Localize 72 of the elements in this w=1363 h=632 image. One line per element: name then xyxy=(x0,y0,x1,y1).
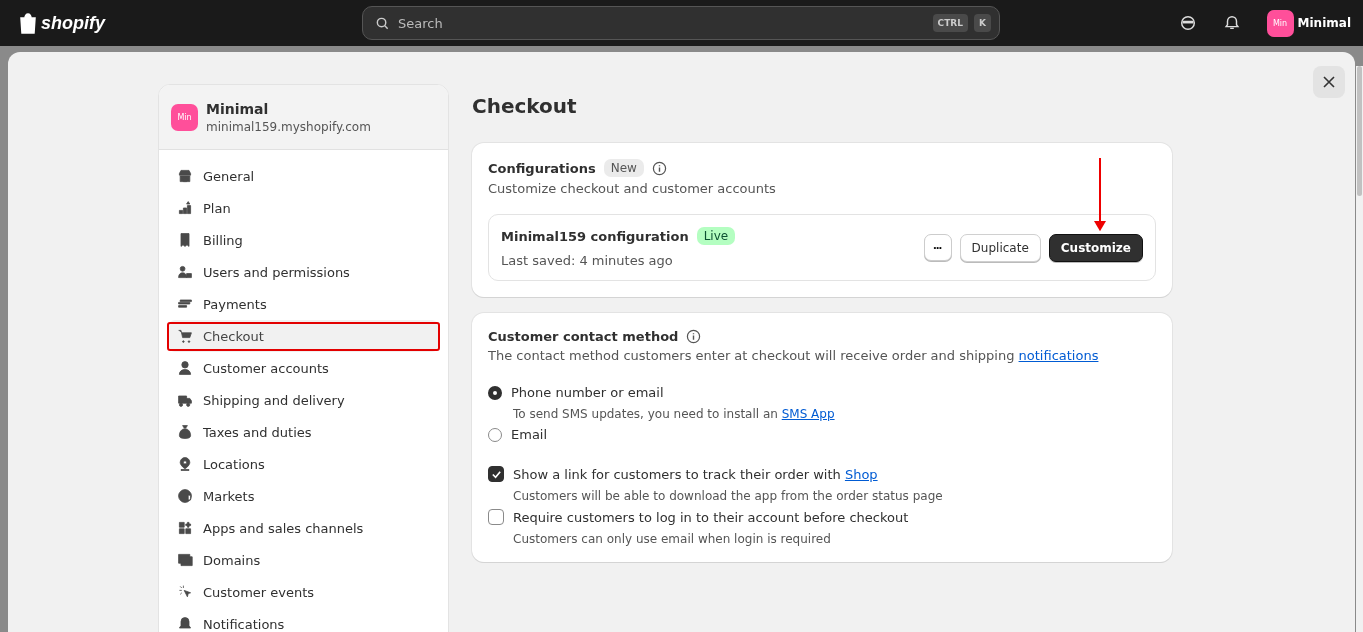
location-pin-icon xyxy=(177,456,193,472)
store-name[interactable]: Minimal xyxy=(1297,16,1351,30)
section-description: The contact method customers enter at checkout will receive order and shipping notifications xyxy=(488,348,1100,363)
duplicate-button[interactable]: Duplicate xyxy=(959,233,1041,262)
browser-icon xyxy=(177,552,193,568)
checkbox[interactable] xyxy=(488,466,504,482)
configuration-name: Minimal159 configuration xyxy=(501,228,689,244)
sidebar-item[interactable]: Taxes and duties xyxy=(169,416,438,448)
help-text: Customers will be able to download the app from the order status page xyxy=(513,489,944,503)
sidebar-item[interactable]: Markets xyxy=(169,480,438,512)
shopping-bag-icon xyxy=(18,12,38,34)
keyboard-key: CTRL xyxy=(932,14,968,32)
status-badge: Live xyxy=(696,227,736,245)
sidebar-item[interactable]: Customer events xyxy=(169,576,438,608)
help-text: To send SMS updates, you need to install an SMS App xyxy=(513,407,836,421)
option-label: Show a link for customers to track their order with Shop xyxy=(513,466,878,482)
section-title: Configurations xyxy=(488,160,596,176)
close-icon xyxy=(1323,76,1335,88)
notifications-link[interactable]: notifications xyxy=(1018,348,1099,363)
shopify-logo[interactable]: shopify xyxy=(18,12,362,34)
truck-icon xyxy=(177,392,193,408)
radio-button[interactable] xyxy=(488,385,502,400)
sms-app-link[interactable]: SMS App xyxy=(781,407,835,421)
shop-link[interactable]: Shop xyxy=(844,466,878,482)
sidebar-item[interactable]: Payments xyxy=(169,288,438,320)
bell-icon xyxy=(177,616,193,632)
search-input[interactable]: Search xyxy=(396,14,927,32)
checkmark-icon xyxy=(490,468,502,480)
person-icon xyxy=(177,360,193,376)
last-saved-text: Last saved: 4 minutes ago xyxy=(501,253,674,268)
receipt-icon xyxy=(177,232,193,248)
help-text: Customers can only use email when login is required xyxy=(513,532,832,546)
store-avatar: Min xyxy=(171,103,198,131)
checkbox[interactable] xyxy=(488,509,504,525)
option-label: Email xyxy=(511,427,548,442)
cursor-click-icon xyxy=(177,584,193,600)
option-label: Require customers to log in to their account before checkout xyxy=(513,509,909,525)
apps-icon xyxy=(177,520,193,536)
sidebar-item[interactable]: Checkout xyxy=(169,320,438,352)
section-title: Customer contact method xyxy=(488,329,679,344)
keyboard-key: K xyxy=(974,14,991,32)
store-icon xyxy=(177,168,193,184)
bar-chart-icon xyxy=(177,200,193,216)
sidebar-item[interactable]: Apps and sales channels xyxy=(169,512,438,544)
sidebar-item[interactable]: Shipping and delivery xyxy=(169,384,438,416)
sidebar-item[interactable]: Domains xyxy=(169,544,438,576)
sidebar-item[interactable]: Users and permissions xyxy=(169,256,438,288)
money-bag-icon xyxy=(177,424,193,440)
store-domain: minimal159.myshopify.com xyxy=(206,119,371,134)
users-icon xyxy=(177,264,193,280)
cart-icon xyxy=(177,328,193,344)
scrollbar[interactable] xyxy=(1356,66,1363,632)
store-name: Minimal xyxy=(206,100,270,117)
sidebar-item[interactable]: Plan xyxy=(169,192,438,224)
sidebar-item[interactable]: Locations xyxy=(169,448,438,480)
search-icon xyxy=(375,15,390,31)
customize-button[interactable]: Customize xyxy=(1048,233,1143,262)
scrollbar-thumb[interactable] xyxy=(1357,66,1362,196)
sidebar-item[interactable]: Notifications xyxy=(169,608,438,632)
close-button[interactable] xyxy=(1313,66,1345,98)
section-description: Customize checkout and customer accounts xyxy=(488,181,777,196)
info-icon[interactable] xyxy=(686,329,702,344)
bell-icon[interactable] xyxy=(1222,14,1241,32)
search-bar[interactable]: Search CTRL K xyxy=(362,6,1000,40)
info-icon[interactable] xyxy=(651,160,667,176)
page-title: Checkout xyxy=(472,94,578,118)
new-badge: New xyxy=(603,159,644,177)
sidebar-item[interactable]: Customer accounts xyxy=(169,352,438,384)
sidebar-item[interactable]: General xyxy=(169,160,438,192)
more-actions-button[interactable]: ••• xyxy=(923,234,952,261)
option-label: Phone number or email xyxy=(511,385,664,400)
sidebar-item[interactable]: Billing xyxy=(169,224,438,256)
